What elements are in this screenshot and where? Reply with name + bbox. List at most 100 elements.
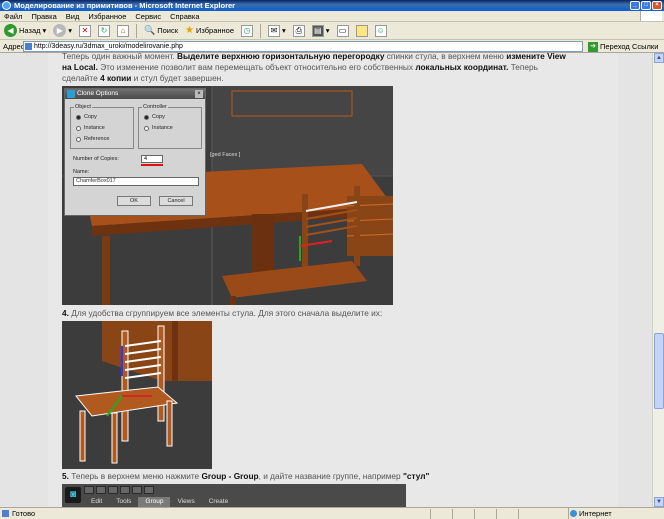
edit-icon: ▤ bbox=[311, 24, 324, 37]
project-icon bbox=[144, 486, 154, 494]
chevron-down-icon: ▾ bbox=[282, 26, 286, 35]
search-button[interactable]: 🔍 Поиск bbox=[142, 23, 180, 38]
max-menu-group[interactable]: Group bbox=[138, 497, 171, 507]
toolbar-divider bbox=[260, 23, 262, 38]
status-cells bbox=[430, 509, 540, 519]
menu-bar: Файл Правка Вид Избранное Сервис Справка bbox=[0, 11, 664, 22]
toolbar: ◀ Назад ▾ ▶ ▾ ✕ ↻ ⌂ 🔍 Поиск ★ Избранное … bbox=[0, 22, 664, 40]
favorites-button[interactable]: ★ Избранное bbox=[183, 23, 236, 38]
max-logo-icon: ◙ bbox=[65, 487, 81, 503]
home-icon: ⌂ bbox=[117, 24, 130, 37]
print-button[interactable]: ⎙ bbox=[291, 23, 307, 38]
controller-group: Controller Copy Instance bbox=[138, 104, 202, 149]
history-button[interactable]: ◷ bbox=[239, 23, 255, 38]
max-menu-bar: Edit Tools Group Views Create bbox=[84, 497, 235, 507]
paragraph-line-1: Теперь один важный момент. Выделите верх… bbox=[62, 53, 566, 61]
links-button[interactable]: Ссылки bbox=[632, 41, 658, 52]
forward-button[interactable]: ▶ ▾ bbox=[51, 23, 74, 38]
window-title: Моделирование из примитивов - Microsoft … bbox=[14, 1, 236, 10]
menu-tools[interactable]: Сервис bbox=[135, 12, 161, 21]
status-bar: Готово Интернет bbox=[0, 507, 664, 519]
stop-button[interactable]: ✕ bbox=[77, 23, 93, 38]
name-label: Name: bbox=[73, 169, 90, 175]
scroll-up-button[interactable]: ▲ bbox=[654, 53, 664, 63]
minimize-button[interactable]: _ bbox=[630, 1, 640, 10]
notes-button[interactable] bbox=[354, 23, 370, 38]
globe-icon bbox=[570, 510, 577, 517]
ok-button[interactable]: OK bbox=[117, 196, 151, 206]
page-icon bbox=[25, 43, 32, 50]
max-menu-views[interactable]: Views bbox=[170, 497, 201, 507]
window-controls: _ □ × bbox=[630, 1, 662, 10]
messenger-button[interactable]: ☺ bbox=[373, 23, 389, 38]
menu-help[interactable]: Справка bbox=[170, 12, 199, 21]
scroll-thumb[interactable] bbox=[654, 333, 664, 409]
viewport-label: [ged Faces ] bbox=[210, 152, 241, 158]
windows-logo bbox=[640, 11, 662, 21]
redo-icon bbox=[132, 486, 142, 494]
back-arrow-icon: ◀ bbox=[4, 24, 17, 37]
menu-favorites[interactable]: Избранное bbox=[88, 12, 126, 21]
highlight-underline bbox=[141, 164, 163, 166]
paragraph-line-3: сделайте 4 копии и стул будет завершен. bbox=[62, 73, 224, 83]
menu-edit[interactable]: Правка bbox=[31, 12, 56, 21]
refresh-icon: ↻ bbox=[98, 24, 111, 37]
go-arrow-icon: ➔ bbox=[588, 41, 598, 52]
discuss-icon: ▭ bbox=[336, 24, 349, 37]
undo-icon bbox=[120, 486, 130, 494]
star-icon: ★ bbox=[185, 25, 195, 36]
object-reference-radio[interactable]: Reference bbox=[76, 136, 109, 142]
chevron-down-icon: ▾ bbox=[42, 26, 47, 35]
object-copy-radio[interactable]: Copy bbox=[76, 114, 97, 120]
stop-icon: ✕ bbox=[79, 24, 92, 37]
page-done-icon bbox=[2, 510, 9, 517]
max-logo-icon bbox=[67, 90, 75, 98]
open-file-icon bbox=[96, 486, 106, 494]
status-text: Готово bbox=[12, 509, 36, 518]
controller-copy-radio[interactable]: Copy bbox=[144, 114, 165, 120]
object-instance-radio[interactable]: Instance bbox=[76, 125, 105, 131]
step-5-text: 5. Теперь в верхнем меню нажмите Group -… bbox=[62, 471, 430, 481]
mail-button[interactable]: ✉ ▾ bbox=[266, 23, 288, 38]
home-button[interactable]: ⌂ bbox=[115, 23, 131, 38]
ie-icon bbox=[2, 1, 11, 10]
menu-file[interactable]: Файл bbox=[4, 12, 22, 21]
forward-arrow-icon: ▶ bbox=[53, 24, 67, 37]
clone-options-screenshot: Clone Options × Object Copy Instance Ref… bbox=[62, 86, 393, 305]
name-input[interactable]: ChamferBox017 bbox=[73, 177, 199, 186]
controller-instance-radio[interactable]: Instance bbox=[144, 125, 173, 131]
step-4-text: 4. Для удобства сгруппируем все элементы… bbox=[62, 308, 383, 318]
close-icon[interactable]: × bbox=[195, 90, 203, 98]
mail-icon: ✉ bbox=[268, 24, 281, 37]
discuss-button[interactable]: ▭ bbox=[335, 23, 351, 38]
vertical-scrollbar[interactable]: ▲ ▼ bbox=[652, 53, 664, 507]
quick-access-toolbar bbox=[84, 486, 154, 494]
back-button[interactable]: ◀ Назад ▾ bbox=[2, 23, 48, 38]
maximize-button[interactable]: □ bbox=[641, 1, 651, 10]
chevron-down-icon: ▾ bbox=[325, 26, 330, 35]
chair-render bbox=[62, 321, 212, 469]
address-bar: Адрес: http://3deasy.ru/3dmax_uroki/mode… bbox=[0, 40, 664, 53]
dialog-title-bar: Clone Options × bbox=[65, 89, 205, 99]
copies-spinner[interactable]: 4 bbox=[141, 155, 163, 163]
save-file-icon bbox=[108, 486, 118, 494]
max-menu-screenshot: ◙ Edit Tools Group Views Create bbox=[62, 484, 406, 507]
search-icon: 🔍 bbox=[144, 25, 156, 35]
cancel-button[interactable]: Cancel bbox=[159, 196, 193, 206]
clone-options-dialog: Clone Options × Object Copy Instance Ref… bbox=[64, 88, 206, 216]
refresh-button[interactable]: ↻ bbox=[96, 23, 112, 38]
close-button[interactable]: × bbox=[652, 1, 662, 10]
object-group: Object Copy Instance Reference bbox=[70, 104, 134, 149]
max-menu-create[interactable]: Create bbox=[202, 497, 236, 507]
edit-button[interactable]: ▤ ▾ bbox=[310, 23, 332, 38]
menu-view[interactable]: Вид bbox=[66, 12, 80, 21]
paragraph-line-2: на Local. Это изменение позволит вам пер… bbox=[62, 62, 538, 72]
go-button[interactable]: ➔ Переход bbox=[588, 41, 630, 52]
address-input[interactable]: http://3deasy.ru/3dmax_uroki/modelirovan… bbox=[23, 41, 583, 52]
print-icon: ⎙ bbox=[292, 24, 305, 37]
max-menu-edit[interactable]: Edit bbox=[84, 497, 109, 507]
scroll-down-button[interactable]: ▼ bbox=[654, 497, 664, 507]
copies-label: Number of Copies: bbox=[73, 156, 119, 162]
messenger-icon: ☺ bbox=[374, 24, 387, 37]
max-menu-tools[interactable]: Tools bbox=[109, 497, 138, 507]
